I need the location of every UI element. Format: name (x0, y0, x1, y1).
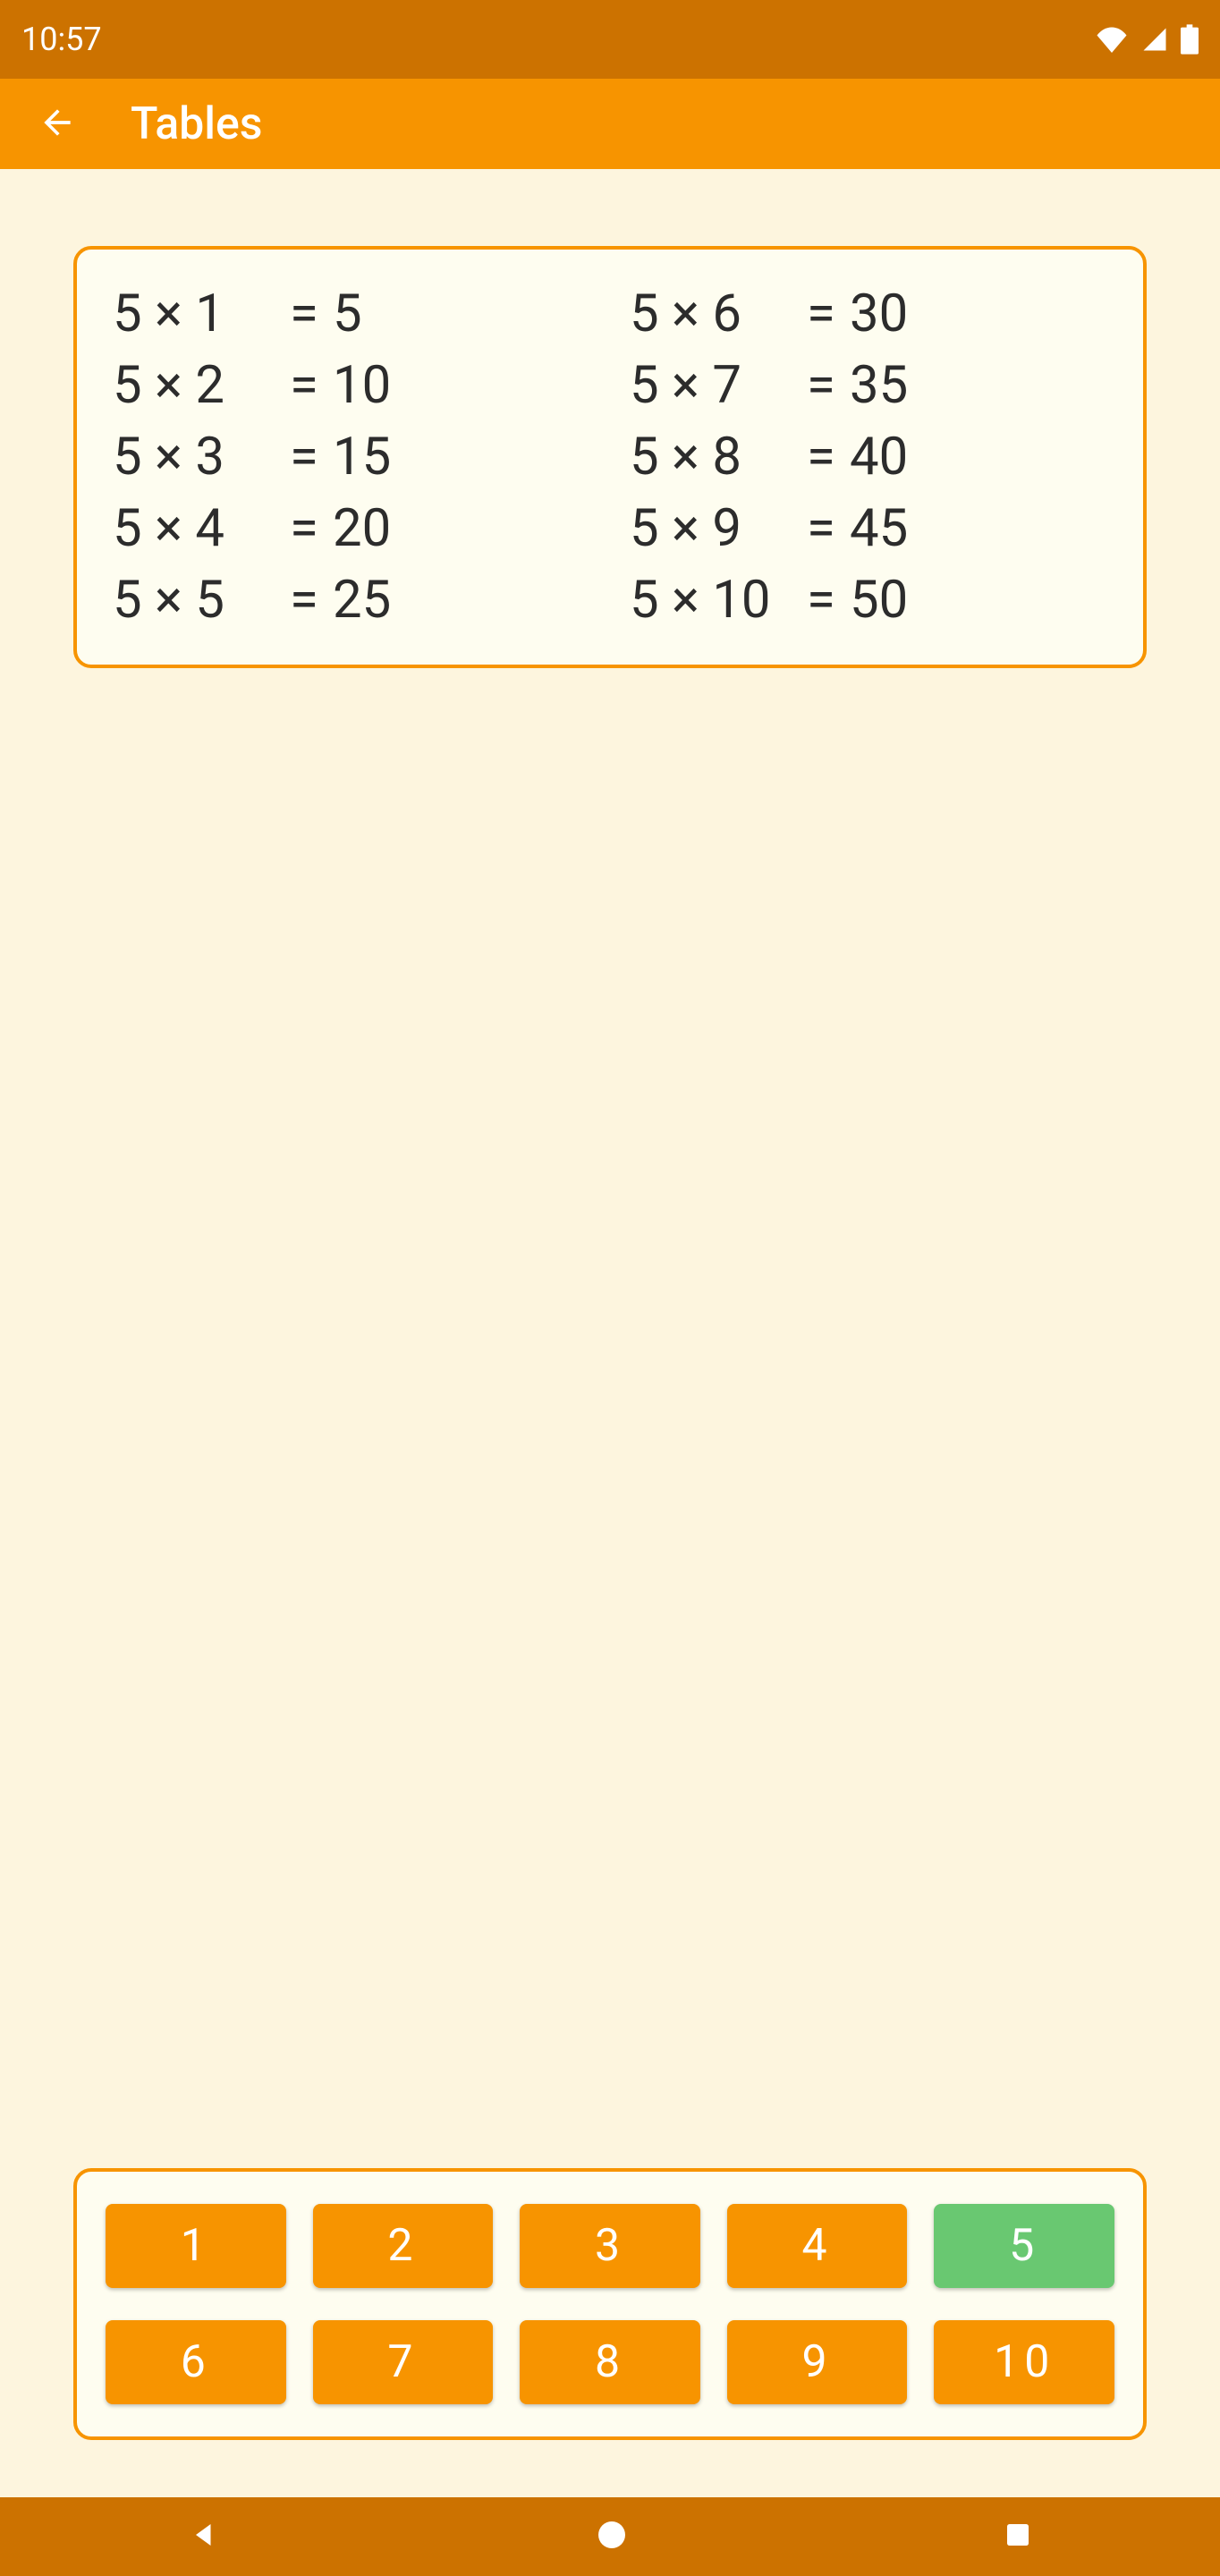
table-select-button-9[interactable]: 9 (727, 2320, 908, 2404)
table-select-button-7[interactable]: 7 (313, 2320, 494, 2404)
table-expression: 5 × 4 (113, 498, 290, 559)
table-equals: = (290, 355, 333, 416)
table-row: 5 × 6=30 (630, 284, 1107, 344)
table-expression: 5 × 3 (113, 427, 290, 487)
table-equals: = (290, 284, 333, 344)
status-time: 10:57 (21, 21, 102, 58)
table-select-button-8[interactable]: 8 (520, 2320, 700, 2404)
table-row: 5 × 1=5 (113, 284, 590, 344)
table-equals: = (807, 355, 850, 416)
table-row: 5 × 2=10 (113, 355, 590, 416)
multiplication-table-card: 5 × 1=55 × 2=105 × 3=155 × 4=205 × 5=25 … (73, 246, 1147, 668)
nav-back-button[interactable] (188, 2519, 220, 2555)
table-row: 5 × 4=20 (113, 498, 590, 559)
nav-recent-button[interactable] (1004, 2521, 1032, 2553)
table-row: 5 × 10=50 (630, 570, 1107, 631)
table-equals: = (290, 498, 333, 559)
table-expression: 5 × 8 (630, 427, 807, 487)
table-result: 15 (333, 427, 391, 487)
table-result: 50 (850, 570, 908, 631)
table-select-button-10[interactable]: 10 (934, 2320, 1114, 2404)
table-result: 45 (850, 498, 908, 559)
table-select-button-2[interactable]: 2 (313, 2204, 494, 2288)
table-expression: 5 × 6 (630, 284, 807, 344)
table-row: 5 × 9=45 (630, 498, 1107, 559)
table-expression: 5 × 10 (630, 570, 807, 631)
table-select-button-1[interactable]: 1 (106, 2204, 286, 2288)
table-row: 5 × 7=35 (630, 355, 1107, 416)
table-result: 40 (850, 427, 908, 487)
content-area: 5 × 1=55 × 2=105 × 3=155 × 4=205 × 5=25 … (0, 169, 1220, 2497)
table-result: 35 (850, 355, 908, 416)
arrow-left-icon (38, 103, 77, 142)
table-select-button-4[interactable]: 4 (727, 2204, 908, 2288)
table-equals: = (807, 570, 850, 631)
table-expression: 5 × 7 (630, 355, 807, 416)
table-result: 20 (333, 498, 391, 559)
table-row: 5 × 8=40 (630, 427, 1107, 487)
table-right-column: 5 × 6=305 × 7=355 × 8=405 × 9=455 × 10=5… (630, 284, 1107, 631)
table-select-button-3[interactable]: 3 (520, 2204, 700, 2288)
table-expression: 5 × 5 (113, 570, 290, 631)
table-equals: = (807, 284, 850, 344)
page-title: Tables (131, 98, 263, 150)
table-equals: = (807, 427, 850, 487)
table-result: 5 (333, 284, 362, 344)
status-icons (1095, 24, 1199, 55)
square-icon (1004, 2521, 1032, 2549)
table-left-column: 5 × 1=55 × 2=105 × 3=155 × 4=205 × 5=25 (113, 284, 590, 631)
system-nav-bar (0, 2497, 1220, 2576)
table-result: 30 (850, 284, 908, 344)
nav-home-button[interactable] (596, 2519, 628, 2555)
table-result: 25 (333, 570, 391, 631)
wifi-icon (1095, 26, 1129, 53)
table-select-button-6[interactable]: 6 (106, 2320, 286, 2404)
triangle-left-icon (188, 2519, 220, 2551)
table-equals: = (290, 570, 333, 631)
table-row: 5 × 5=25 (113, 570, 590, 631)
back-button[interactable] (38, 103, 77, 146)
table-equals: = (807, 498, 850, 559)
table-row: 5 × 3=15 (113, 427, 590, 487)
number-selector: 12345 6789 10 (73, 2168, 1147, 2440)
table-expression: 5 × 1 (113, 284, 290, 344)
battery-icon (1181, 24, 1199, 55)
table-select-button-5[interactable]: 5 (934, 2204, 1114, 2288)
signal-icon (1140, 26, 1170, 53)
table-expression: 5 × 9 (630, 498, 807, 559)
status-bar: 10:57 (0, 0, 1220, 79)
table-expression: 5 × 2 (113, 355, 290, 416)
table-result: 10 (333, 355, 391, 416)
table-equals: = (290, 427, 333, 487)
circle-icon (596, 2519, 628, 2551)
app-bar: Tables (0, 79, 1220, 169)
